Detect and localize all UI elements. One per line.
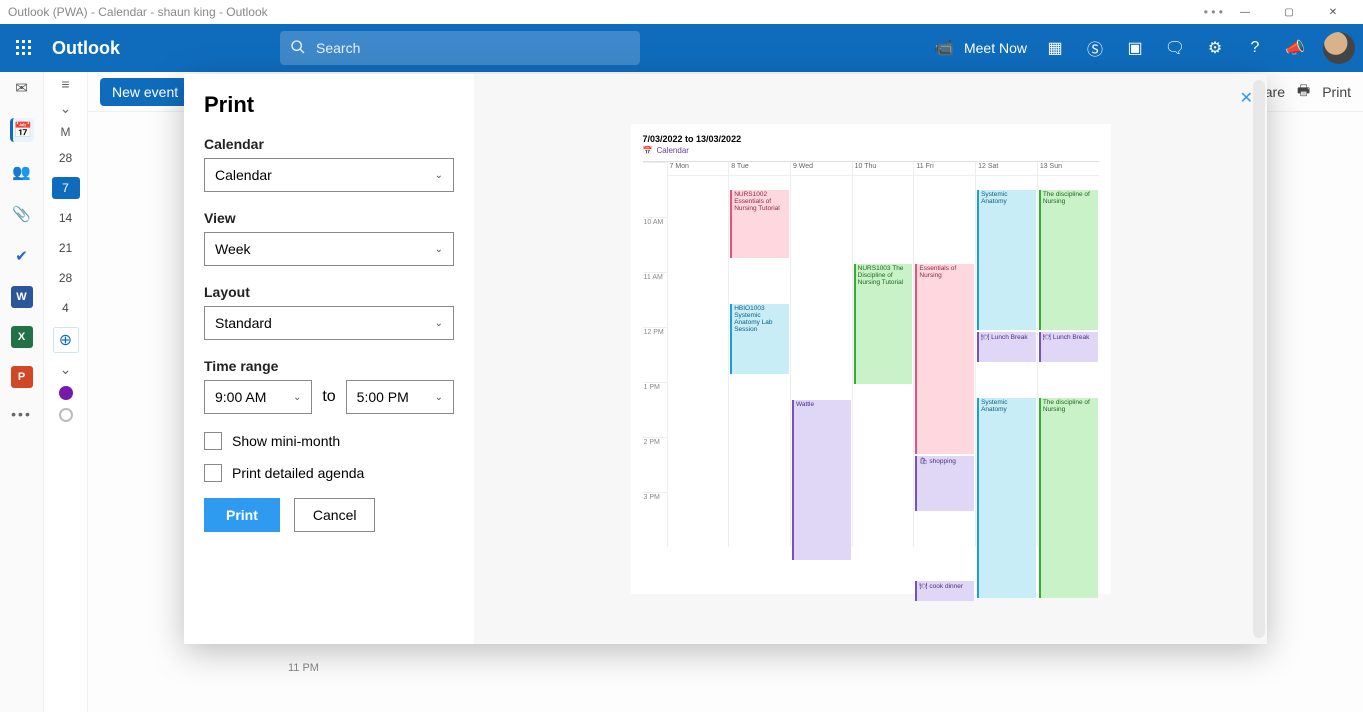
mail-icon[interactable]: ✉ <box>10 76 34 100</box>
view-label: View <box>204 210 454 226</box>
chevron-down-icon: ⌄ <box>435 244 443 255</box>
help-icon[interactable]: ? <box>1235 28 1275 68</box>
calendar-icon[interactable]: 📅 <box>10 118 34 142</box>
people-icon[interactable]: 👥 <box>10 160 34 184</box>
app-ribbon: Outlook Search 📹 Meet Now ▦ Ⓢ ▣ 🗨 ⚙ ? 📣 <box>0 24 1363 72</box>
preview-event: Wattle <box>792 400 851 560</box>
preview-event: Essentials of Nursing <box>915 264 974 454</box>
todo-icon[interactable]: ✔ <box>10 244 34 268</box>
print-preview: ✕ 7/03/2022 to 13/03/2022 📅Calendar 10 A… <box>474 74 1267 644</box>
preview-event: Systemic Anatomy <box>977 398 1036 598</box>
window-title: Outlook (PWA) - Calendar - shaun king - … <box>8 5 268 19</box>
calendar-label: Calendar <box>204 136 454 152</box>
preview-event: The discipline of Nursing <box>1039 398 1098 598</box>
chevron-down-icon[interactable]: ⌄ <box>60 100 72 117</box>
preview-page: 7/03/2022 to 13/03/2022 📅Calendar 10 AM1… <box>631 124 1111 594</box>
hamburger-icon[interactable]: ≡ <box>61 76 69 92</box>
print-button[interactable]: Print <box>1322 84 1351 100</box>
megaphone-icon[interactable]: 📣 <box>1275 28 1315 68</box>
close-button[interactable]: ✕ <box>1311 0 1355 24</box>
dialog-title: Print <box>204 92 454 118</box>
preview-event: Systemic Anatomy <box>977 190 1036 330</box>
mini-day[interactable]: 28 <box>52 147 80 169</box>
preview-event: NURS1003 The Discipline of Nursing Tutor… <box>854 264 913 384</box>
search-input[interactable]: Search <box>280 31 640 65</box>
calendar-select[interactable]: Calendar⌄ <box>204 158 454 192</box>
calendar-color-dot[interactable] <box>59 408 73 422</box>
teams-icon[interactable]: ▣ <box>1115 28 1155 68</box>
checkbox-icon <box>204 432 222 450</box>
time-label: 11 PM <box>288 662 320 722</box>
print-dialog: Print Calendar Calendar⌄ View Week⌄ Layo… <box>184 74 1267 644</box>
files-icon[interactable]: 📎 <box>10 202 34 226</box>
scrollbar[interactable] <box>1253 80 1265 638</box>
preview-event: 🛍 shopping <box>915 456 974 511</box>
app-brand: Outlook <box>52 38 120 59</box>
app-rail: ✉ 📅 👥 📎 ✔ W X P ••• <box>0 72 44 712</box>
preview-event: 🍽 cook dinner <box>915 581 974 601</box>
preview-event: HBIO1003 Systemic Anatomy Lab Session <box>730 304 789 374</box>
checkbox-icon <box>204 464 222 482</box>
preview-event: 🍽 Lunch Break <box>977 332 1036 362</box>
more-apps-icon[interactable]: ••• <box>11 406 32 422</box>
mini-day[interactable]: 14 <box>52 207 80 229</box>
chevron-down-icon: ⌄ <box>293 392 301 403</box>
preview-range: 7/03/2022 to 13/03/2022 <box>643 134 1099 144</box>
time-from-select[interactable]: 9:00 AM⌄ <box>204 380 312 414</box>
search-icon <box>290 39 306 58</box>
to-label: to <box>322 388 335 406</box>
preview-event: The discipline of Nursing <box>1039 190 1098 330</box>
time-range-label: Time range <box>204 358 454 374</box>
calendar-color-dot[interactable] <box>59 386 73 400</box>
chevron-down-icon: ⌄ <box>435 392 443 403</box>
search-placeholder: Search <box>316 40 360 56</box>
view-select[interactable]: Week⌄ <box>204 232 454 266</box>
avatar[interactable] <box>1323 32 1355 64</box>
apps-icon[interactable]: ▦ <box>1035 28 1075 68</box>
layout-select[interactable]: Standard⌄ <box>204 306 454 340</box>
print-confirm-button[interactable]: Print <box>204 498 280 532</box>
video-icon[interactable]: 📹 <box>924 28 964 68</box>
preview-event: NURS1002 Essentials of Nursing Tutorial <box>730 190 789 258</box>
mini-month-checkbox[interactable]: Show mini-month <box>204 432 454 450</box>
new-event-button[interactable]: New event <box>100 78 190 106</box>
app-launcher-icon[interactable] <box>8 32 40 64</box>
chevron-down-icon[interactable]: ⌄ <box>60 361 72 378</box>
settings-icon[interactable]: ⚙ <box>1195 28 1235 68</box>
mini-month-dow: M <box>61 125 71 139</box>
mini-day[interactable]: 28 <box>52 267 80 289</box>
notifications-icon[interactable]: 🗨 <box>1155 28 1195 68</box>
calendar-sidebar: ≡ ⌄ M 28 7 14 21 28 4 ⊕ ⌄ <box>44 72 88 712</box>
word-app-icon[interactable]: W <box>11 286 33 308</box>
close-dialog-icon[interactable]: ✕ <box>1240 88 1253 108</box>
mini-day[interactable]: 4 <box>52 297 80 319</box>
meet-now-button[interactable]: Meet Now <box>964 40 1027 56</box>
detailed-agenda-checkbox[interactable]: Print detailed agenda <box>204 464 454 482</box>
preview-calendar-name: 📅Calendar <box>643 146 1099 155</box>
chevron-down-icon: ⌄ <box>435 318 443 329</box>
powerpoint-app-icon[interactable]: P <box>11 366 33 388</box>
excel-app-icon[interactable]: X <box>11 326 33 348</box>
chevron-down-icon: ⌄ <box>435 170 443 181</box>
calendar-main: New event 📅 Today ‹ › 7–13 March, 2022 📅… <box>88 72 1363 712</box>
cancel-button[interactable]: Cancel <box>294 498 376 532</box>
maximize-button[interactable]: ▢ <box>1267 0 1311 24</box>
minimize-button[interactable]: — <box>1223 0 1267 24</box>
window-titlebar: Outlook (PWA) - Calendar - shaun king - … <box>0 0 1363 24</box>
add-calendar-icon[interactable]: ⊕ <box>53 327 79 353</box>
time-to-select[interactable]: 5:00 PM⌄ <box>346 380 454 414</box>
layout-label: Layout <box>204 284 454 300</box>
mini-day-selected[interactable]: 7 <box>52 177 80 199</box>
mini-day[interactable]: 21 <box>52 237 80 259</box>
preview-event: 🍽 Lunch Break <box>1039 332 1098 362</box>
skype-icon[interactable]: Ⓢ <box>1075 28 1115 68</box>
more-icon[interactable]: • • • <box>1204 5 1223 19</box>
print-form: Print Calendar Calendar⌄ View Week⌄ Layo… <box>184 74 474 644</box>
